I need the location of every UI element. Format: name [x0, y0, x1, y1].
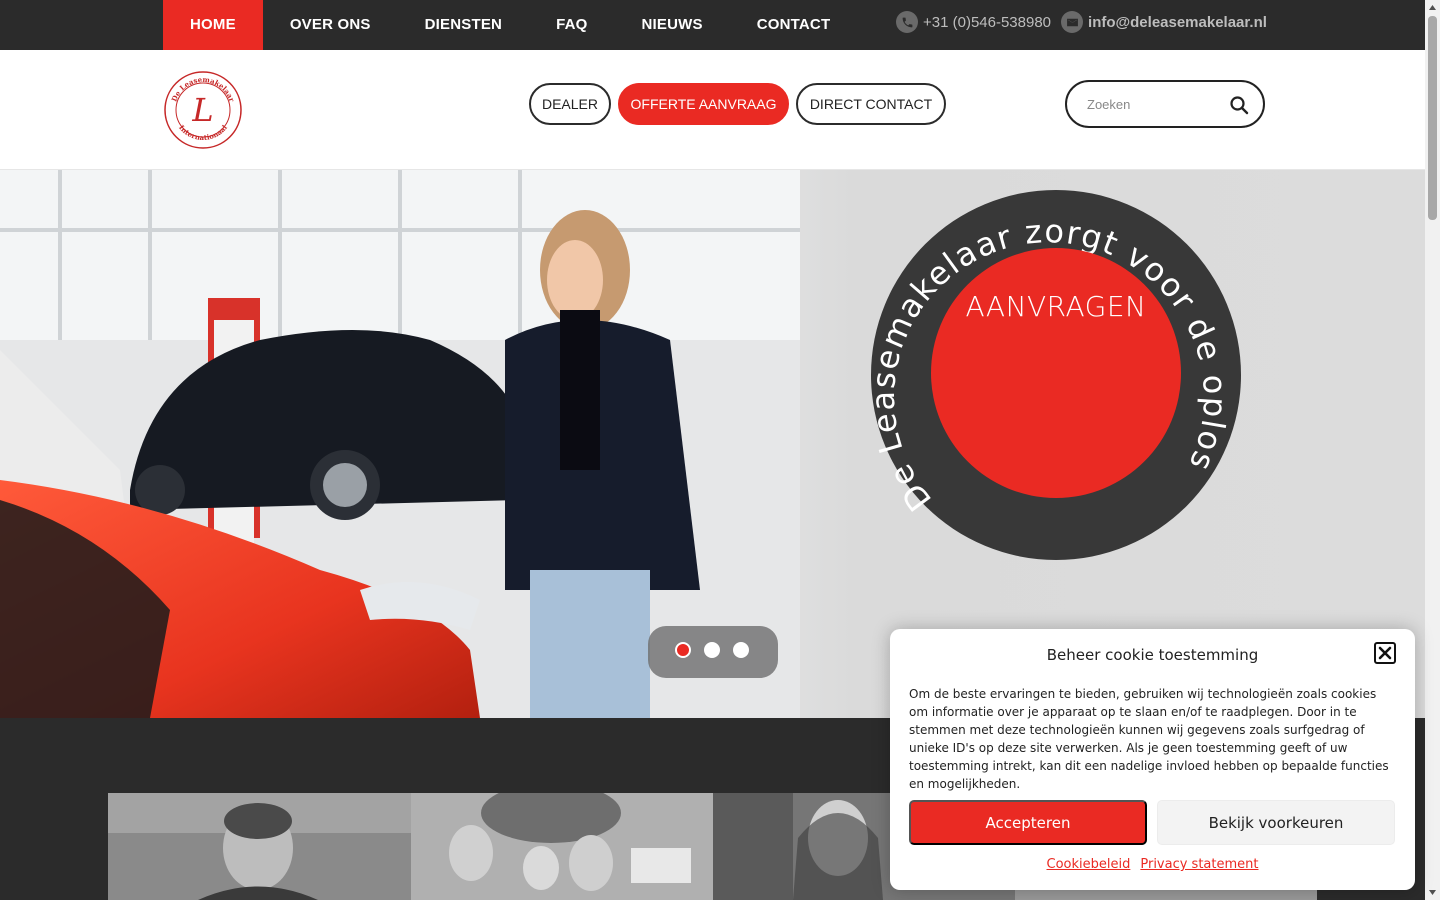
nav-home[interactable]: HOME	[163, 0, 263, 50]
slide-dot-3[interactable]	[733, 642, 749, 658]
close-button[interactable]	[1374, 642, 1396, 664]
phone-link[interactable]: +31 (0)546-538980	[896, 11, 1051, 33]
slider-dots	[648, 626, 778, 678]
nav-over-ons[interactable]: OVER ONS	[290, 0, 371, 50]
slide-dot-2[interactable]	[704, 642, 720, 658]
nav-diensten[interactable]: DIENSTEN	[425, 0, 502, 50]
envelope-icon	[1061, 11, 1084, 33]
cookie-policy-link[interactable]: Cookiebeleid	[1047, 857, 1131, 872]
search-input[interactable]	[1087, 94, 1227, 114]
logo-monogram: L	[191, 91, 213, 129]
main-nav: HOME OVER ONS DIENSTEN FAQ NIEUWS CONTAC…	[163, 0, 830, 50]
aanvragen-badge[interactable]: De Leasemakelaar zorgt voor de oplossing…	[871, 190, 1241, 560]
service-tile[interactable]	[411, 793, 713, 900]
site-header: De Leasemakelaar Internationaal L DEALER…	[0, 50, 1425, 170]
nav-nieuws[interactable]: NIEUWS	[642, 0, 703, 50]
site-logo[interactable]: De Leasemakelaar Internationaal L	[163, 70, 243, 150]
scroll-down-arrow-icon[interactable]	[1428, 888, 1437, 897]
phone-number: +31 (0)546-538980	[923, 13, 1052, 31]
nav-faq[interactable]: FAQ	[556, 0, 587, 50]
slide-dot-1[interactable]	[675, 642, 691, 658]
nav-contact[interactable]: CONTACT	[757, 0, 831, 50]
cookie-dialog-text: Om de beste ervaringen te bieden, gebrui…	[909, 687, 1389, 791]
search-icon[interactable]	[1229, 95, 1249, 115]
aanvragen-label: AANVRAGEN	[965, 290, 1147, 323]
scrollbar-thumb[interactable]	[1428, 16, 1437, 220]
close-icon	[1378, 646, 1392, 660]
aanvragen-button[interactable]	[931, 248, 1181, 498]
email-link[interactable]: info@deleasemakelaar.nl	[1061, 11, 1267, 33]
top-bar: HOME OVER ONS DIENSTEN FAQ NIEUWS CONTAC…	[0, 0, 1425, 50]
cookie-consent-dialog: Beheer cookie toestemming Om de beste er…	[890, 629, 1415, 890]
dealer-button[interactable]: DEALER	[529, 83, 611, 125]
email-address: info@deleasemakelaar.nl	[1088, 13, 1267, 31]
direct-contact-button[interactable]: DIRECT CONTACT	[796, 83, 946, 125]
service-tile-image	[411, 793, 713, 900]
service-tile[interactable]	[108, 793, 411, 900]
offerte-aanvraag-button[interactable]: OFFERTE AANVRAAG	[618, 83, 789, 125]
phone-icon	[896, 11, 918, 33]
page-scrollbar[interactable]	[1425, 0, 1440, 900]
contact-info: +31 (0)546-538980 info@deleasemakelaar.n…	[896, 11, 1277, 33]
scroll-up-arrow-icon[interactable]	[1428, 3, 1437, 12]
cookie-dialog-title: Beheer cookie toestemming	[1046, 646, 1259, 664]
view-preferences-button[interactable]: Bekijk voorkeuren	[1157, 800, 1395, 845]
search-box	[1065, 80, 1265, 128]
service-tile-image	[108, 793, 411, 900]
accept-button[interactable]: Accepteren	[909, 800, 1147, 845]
cookie-links: Cookiebeleid Privacy statement	[890, 857, 1415, 872]
privacy-statement-link[interactable]: Privacy statement	[1140, 857, 1258, 872]
